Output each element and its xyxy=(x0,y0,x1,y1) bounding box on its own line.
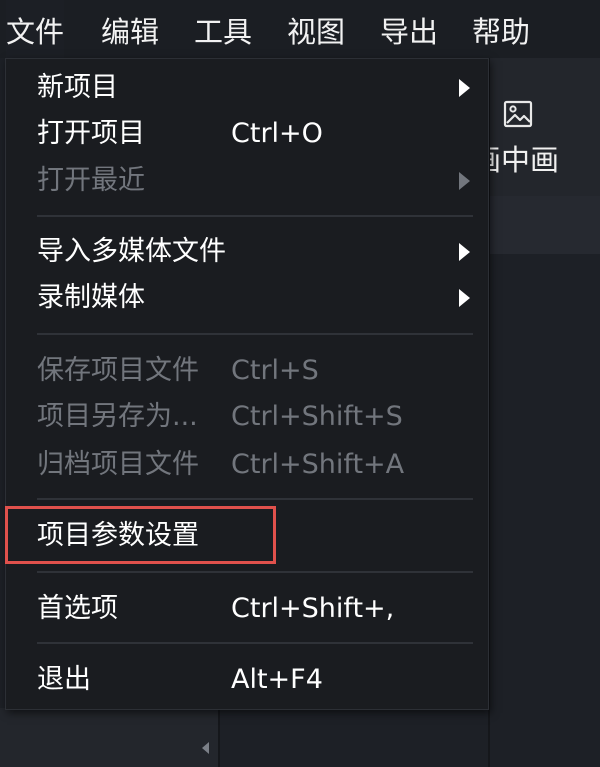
menu-export[interactable]: 导出 xyxy=(380,0,438,64)
menu-item-label: 新项目 xyxy=(37,72,118,103)
menu-separator xyxy=(37,215,473,217)
submenu-arrow-icon xyxy=(459,243,470,261)
menu-separator xyxy=(37,642,473,644)
menu-view[interactable]: 视图 xyxy=(287,0,345,64)
menu-item-shortcut: Ctrl+Shift+, xyxy=(231,593,395,624)
menu-item-label: 归档项目文件 xyxy=(37,449,199,480)
menu-item-import-media[interactable]: 导入多媒体文件 xyxy=(6,229,488,275)
menu-item-archive-project[interactable]: 归档项目文件 Ctrl+Shift+A xyxy=(6,442,488,488)
menu-item-shortcut: Ctrl+O xyxy=(231,118,323,149)
image-icon[interactable] xyxy=(502,98,534,130)
menu-item-shortcut: Alt+F4 xyxy=(231,664,323,695)
menu-item-new-project[interactable]: 新项目 xyxy=(6,65,488,111)
menu-item-label: 打开最近 xyxy=(37,165,145,196)
menubar: 文件 编辑 工具 视图 导出 帮助 xyxy=(0,0,600,64)
menu-separator xyxy=(37,571,473,573)
submenu-arrow-icon xyxy=(459,79,470,97)
menu-tools[interactable]: 工具 xyxy=(194,0,252,64)
menu-separator xyxy=(37,333,473,335)
menu-item-label: 录制媒体 xyxy=(37,282,145,313)
menu-item-label: 项目参数设置 xyxy=(37,520,199,551)
submenu-arrow-icon xyxy=(459,289,470,307)
collapse-left-icon[interactable] xyxy=(202,742,209,754)
menu-item-label: 保存项目文件 xyxy=(37,355,199,386)
menu-help[interactable]: 帮助 xyxy=(472,0,530,64)
menu-item-exit[interactable]: 退出 Alt+F4 xyxy=(6,657,488,703)
menu-edit[interactable]: 编辑 xyxy=(101,0,159,64)
left-panel xyxy=(0,708,220,767)
menu-item-label: 导入多媒体文件 xyxy=(37,236,226,267)
menu-item-save-project[interactable]: 保存项目文件 Ctrl+S xyxy=(6,348,488,394)
menu-item-open-project[interactable]: 打开项目 Ctrl+O xyxy=(6,111,488,157)
menu-item-preferences[interactable]: 首选项 Ctrl+Shift+, xyxy=(6,586,488,632)
background-panel-strip xyxy=(488,196,600,254)
menu-item-open-recent[interactable]: 打开最近 xyxy=(6,158,488,204)
menu-item-record-media[interactable]: 录制媒体 xyxy=(6,275,488,321)
menu-file[interactable]: 文件 xyxy=(6,0,65,64)
menu-item-label: 项目另存为... xyxy=(37,401,198,432)
menu-item-label: 打开项目 xyxy=(37,118,145,149)
menu-item-label: 退出 xyxy=(37,664,91,695)
file-menu-dropdown: 新项目 打开项目 Ctrl+O 打开最近 导入多媒体文件 录制媒体 保存项目文件… xyxy=(5,58,489,710)
submenu-arrow-icon xyxy=(459,172,470,190)
menu-item-shortcut: Ctrl+Shift+S xyxy=(231,401,403,432)
menu-item-shortcut: Ctrl+Shift+A xyxy=(231,449,405,480)
menu-item-project-settings[interactable]: 项目参数设置 xyxy=(6,513,488,559)
menu-separator xyxy=(37,498,473,500)
menu-item-save-project-as[interactable]: 项目另存为... Ctrl+Shift+S xyxy=(6,394,488,440)
menu-item-shortcut: Ctrl+S xyxy=(231,355,319,386)
menu-item-label: 首选项 xyxy=(37,593,118,624)
